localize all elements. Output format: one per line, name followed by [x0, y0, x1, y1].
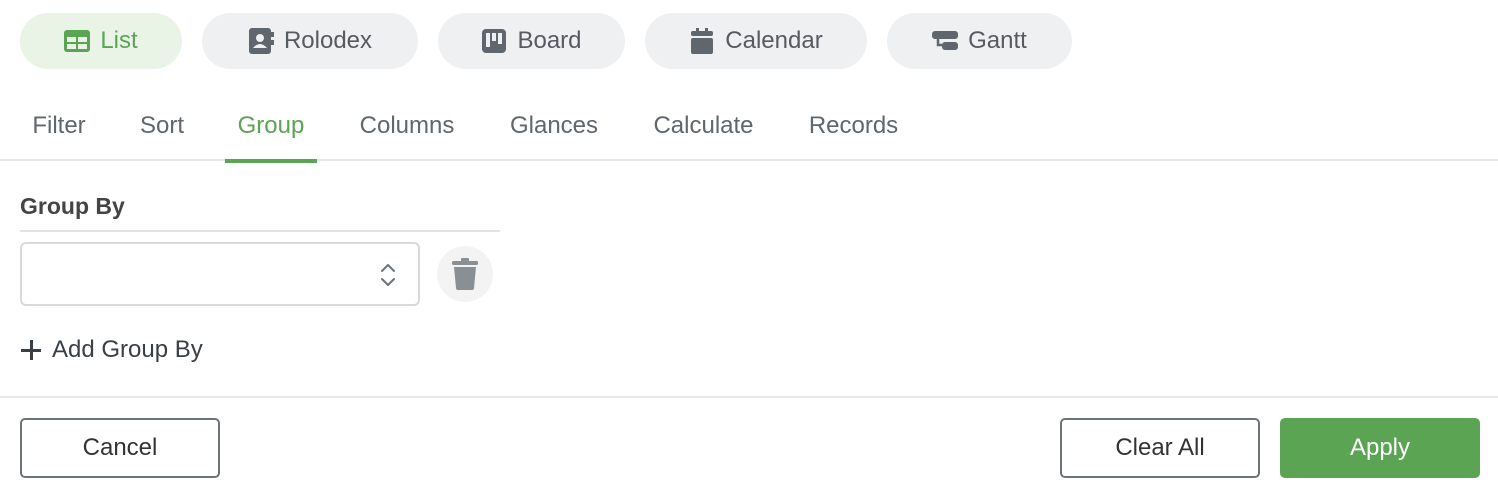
view-gantt-label: Gantt: [968, 27, 1027, 54]
tab-columns[interactable]: Columns: [347, 90, 467, 161]
group-by-select[interactable]: [20, 242, 420, 306]
add-group-by-label: Add Group By: [52, 336, 203, 363]
view-board-button[interactable]: Board: [438, 13, 625, 69]
section-divider: [20, 230, 500, 232]
plus-icon: [21, 340, 41, 360]
gantt-icon: [932, 28, 959, 54]
trash-icon: [452, 258, 478, 290]
contact-card-icon: [248, 28, 274, 54]
view-switcher: List Rolodex Board Calendar Gantt: [20, 13, 1072, 69]
view-rolodex-label: Rolodex: [283, 27, 373, 54]
add-group-by-button[interactable]: Add Group By: [20, 336, 203, 364]
view-board-label: Board: [517, 27, 582, 54]
clear-all-button[interactable]: Clear All: [1060, 418, 1260, 478]
settings-tabs: Filter Sort Group Columns Glances Calcul…: [0, 90, 1498, 163]
view-rolodex-button[interactable]: Rolodex: [202, 13, 418, 69]
cancel-button[interactable]: Cancel: [20, 418, 220, 478]
view-list-button[interactable]: List: [20, 13, 182, 69]
footer-divider: [0, 396, 1498, 398]
tab-sort[interactable]: Sort: [128, 90, 196, 161]
view-list-label: List: [100, 27, 138, 54]
calendar-icon: [689, 28, 715, 54]
group-by-heading: Group By: [20, 193, 125, 219]
tab-filter[interactable]: Filter: [20, 90, 98, 161]
select-chevron-icon: [381, 264, 395, 286]
table-icon: [64, 28, 91, 54]
tab-records[interactable]: Records: [797, 90, 910, 161]
view-calendar-button[interactable]: Calendar: [645, 13, 867, 69]
view-gantt-button[interactable]: Gantt: [887, 13, 1072, 69]
tab-glances[interactable]: Glances: [498, 90, 610, 161]
tab-group[interactable]: Group: [225, 90, 317, 163]
kanban-icon: [481, 28, 507, 54]
view-calendar-label: Calendar: [725, 27, 823, 54]
delete-group-button[interactable]: [437, 246, 493, 302]
apply-button[interactable]: Apply: [1280, 418, 1480, 478]
tab-calculate[interactable]: Calculate: [640, 90, 767, 161]
